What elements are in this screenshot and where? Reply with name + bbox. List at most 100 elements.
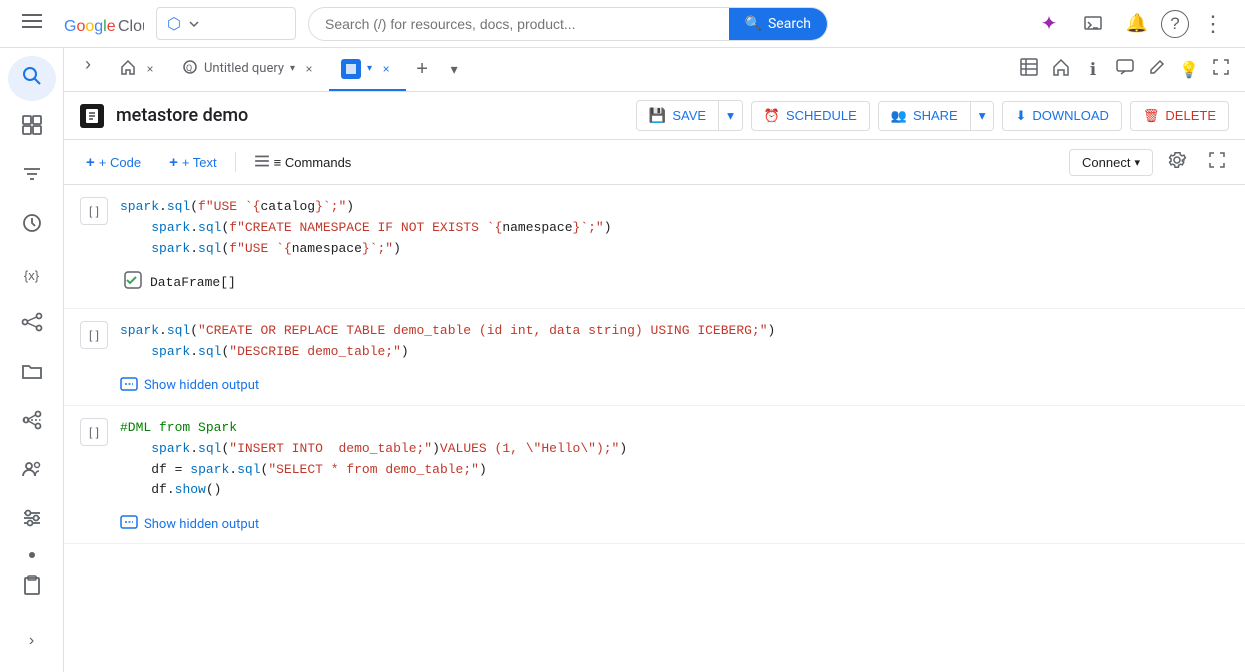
add-text-icon: + (169, 154, 178, 171)
cell-2-run-button[interactable]: [ ] (80, 321, 108, 349)
delete-button[interactable]: 🗑 DELETE (1130, 101, 1229, 131)
terminal-icon (1083, 14, 1103, 34)
sidebar-expand-button[interactable]: › (8, 619, 56, 664)
project-dots-icon: ⬡ (167, 14, 181, 33)
people-icon (21, 458, 43, 486)
chat-button[interactable] (1109, 54, 1141, 86)
add-code-button[interactable]: + + Code (76, 149, 151, 176)
tab-dropdown-active-icon: ▾ (367, 63, 372, 74)
sidebar-history-button[interactable] (8, 204, 56, 249)
folder-icon (21, 360, 43, 388)
cell-1: [ ] spark.sql(f"USE `{catalog}`;") spark… (64, 185, 1245, 267)
fullscreen-button[interactable] (1205, 54, 1237, 86)
show-hidden-output-3[interactable]: Show hidden output (64, 509, 1245, 543)
share-dropdown-button[interactable]: ▾ (970, 102, 994, 130)
cell-3: [ ] #DML from Spark spark.sql("INSERT IN… (64, 406, 1245, 509)
bulb-button[interactable]: 💡 (1173, 54, 1205, 86)
expand-notebook-button[interactable] (1201, 146, 1233, 178)
cell-1-output-text: DataFrame[] (150, 275, 236, 290)
save-btn-group: 💾 SAVE ▾ (636, 100, 743, 131)
cell-container-2: [ ] spark.sql("CREATE OR REPLACE TABLE d… (64, 309, 1245, 406)
tab-active[interactable]: ▾ × (329, 48, 406, 91)
active-tab-close-button[interactable]: × (378, 61, 394, 77)
add-tab-icon: + (416, 58, 428, 81)
pipeline-icon (21, 409, 43, 437)
header-actions: 💾 SAVE ▾ ⏰ SCHEDULE 👥 SHARE (636, 100, 1229, 131)
cell-2: [ ] spark.sql("CREATE OR REPLACE TABLE d… (64, 309, 1245, 371)
search-icon: 🔍 (745, 16, 762, 32)
tab-bar-right: ℹ 💡 (1013, 48, 1237, 91)
content-area: › × Q Untitled query ▾ × (64, 48, 1245, 672)
home-tab-close-button[interactable]: × (142, 61, 158, 77)
info-icon: ℹ (1090, 60, 1096, 80)
tab-home[interactable]: × (108, 48, 170, 91)
sidebar-pipeline-button[interactable] (8, 400, 56, 445)
show-hidden-icon-2 (120, 375, 138, 397)
sidebar-variable-button[interactable]: {x} (8, 253, 56, 298)
variable-icon: {x} (24, 268, 39, 283)
tab-untitled-query[interactable]: Q Untitled query ▾ × (170, 48, 329, 91)
save-button[interactable]: 💾 SAVE (637, 101, 718, 130)
connect-chevron-icon: ▾ (1134, 156, 1140, 169)
cell-2-content[interactable]: spark.sql("CREATE OR REPLACE TABLE demo_… (120, 321, 1229, 363)
search-button[interactable]: 🔍 Search (729, 8, 827, 40)
toolbar-separator (235, 152, 236, 172)
svg-text:Q: Q (186, 64, 192, 74)
project-selector[interactable]: ⬡ (156, 7, 296, 40)
untitled-query-tab-close-button[interactable]: × (301, 61, 317, 77)
sidebar-toggle-button[interactable]: › (72, 48, 104, 80)
search-input[interactable] (309, 8, 729, 40)
connect-button[interactable]: Connect ▾ (1069, 149, 1153, 176)
sidebar-people-button[interactable] (8, 450, 56, 495)
sidebar-filter-button[interactable] (8, 154, 56, 199)
sidebar-settings-button[interactable] (8, 499, 56, 544)
edit-button[interactable] (1141, 54, 1173, 86)
gemini-button[interactable]: ✦ (1029, 4, 1069, 44)
settings-icon (21, 507, 43, 535)
cell-3-content[interactable]: #DML from Spark spark.sql("INSERT INTO d… (120, 418, 1229, 501)
sidebar-share-button[interactable] (8, 302, 56, 347)
sidebar-folder-button[interactable] (8, 351, 56, 396)
download-icon: ⬇ (1015, 108, 1026, 124)
more-menu-button[interactable]: ⋮ (1193, 4, 1233, 44)
add-text-button[interactable]: + + Text (159, 149, 227, 176)
dashboard-icon (21, 114, 43, 142)
top-navigation: Google Cloud ⬡ 🔍 Search ✦ 🔔 ? ⋮ (0, 0, 1245, 48)
notifications-button[interactable]: 🔔 (1117, 4, 1157, 44)
home-toolbar-icon (1052, 58, 1070, 81)
table-view-button[interactable] (1013, 54, 1045, 86)
cell-1-run-button[interactable]: [ ] (80, 197, 108, 225)
tab-menu-button[interactable]: ▾ (438, 48, 470, 91)
history-icon (21, 212, 43, 240)
cell-3-run-button[interactable]: [ ] (80, 418, 108, 446)
share-icon: 👥 (891, 108, 907, 124)
menu-button[interactable] (12, 4, 52, 44)
gear-button[interactable] (1161, 146, 1193, 178)
cell-1-content[interactable]: spark.sql(f"USE `{catalog}`;") spark.sql… (120, 197, 1229, 259)
notebook-title: metastore demo (116, 105, 624, 126)
table-icon (1020, 58, 1038, 81)
sidebar-search-button[interactable] (8, 56, 56, 101)
svg-text:Cloud: Cloud (118, 18, 144, 35)
add-tab-button[interactable]: + (406, 48, 438, 91)
show-hidden-icon-3 (120, 513, 138, 535)
google-cloud-logo[interactable]: Google Cloud (64, 11, 144, 37)
home-toolbar-button[interactable] (1045, 54, 1077, 86)
filter-icon (21, 163, 43, 191)
cell-3-controls: [ ] (80, 418, 108, 446)
share-button[interactable]: 👥 SHARE (879, 102, 970, 130)
help-button[interactable]: ? (1161, 10, 1189, 38)
cloud-shell-button[interactable] (1073, 4, 1113, 44)
tab-bar: › × Q Untitled query ▾ × (64, 48, 1245, 92)
show-hidden-output-2[interactable]: Show hidden output (64, 371, 1245, 405)
sidebar-dashboard-button[interactable] (8, 105, 56, 150)
schedule-button[interactable]: ⏰ SCHEDULE (751, 101, 870, 131)
download-button[interactable]: ⬇ DOWNLOAD (1002, 101, 1121, 131)
commands-button[interactable]: ≡ Commands (244, 148, 362, 177)
info-button[interactable]: ℹ (1077, 54, 1109, 86)
left-sidebar: {x} (0, 48, 64, 672)
tab-menu-chevron: ▾ (451, 61, 458, 78)
save-dropdown-button[interactable]: ▾ (718, 101, 742, 130)
query-tab-icon: Q (182, 59, 198, 78)
sidebar-clipboard-button[interactable] (8, 566, 56, 611)
